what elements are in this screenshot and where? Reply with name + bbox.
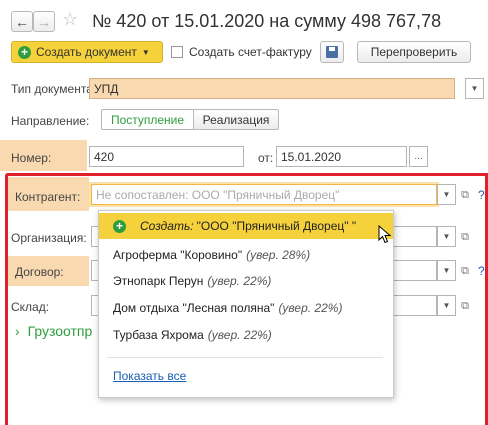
- page-title: № 420 от 15.01.2020 на сумму 498 767,78: [92, 11, 442, 31]
- mouse-cursor-icon: [378, 225, 392, 244]
- arrow-left-icon: ←: [15, 13, 29, 30]
- contract-dropdown-button[interactable]: ▼: [437, 260, 456, 281]
- contract-open-icon[interactable]: ⧉: [458, 264, 472, 278]
- warehouse-label: Склад:: [11, 300, 50, 314]
- counterparty-open-icon[interactable]: ⧉: [458, 188, 472, 202]
- floppy-disk-icon: [326, 46, 338, 58]
- direction-label: Направление:: [11, 114, 90, 128]
- create-invoice-label: Создать счет-фактуру: [189, 45, 312, 59]
- direction-outgoing-button[interactable]: Реализация: [193, 109, 279, 130]
- create-invoice-checkbox[interactable]: [171, 46, 183, 58]
- forward-button[interactable]: →: [33, 11, 55, 32]
- contract-label: Договор:: [15, 265, 64, 279]
- plus-circle-icon: +: [113, 219, 126, 233]
- recheck-button[interactable]: Перепроверить: [357, 41, 471, 63]
- counterparty-label: Контрагент:: [15, 190, 81, 204]
- date-label: от:: [258, 151, 274, 165]
- doc-type-label: Тип документа:: [11, 82, 97, 96]
- create-document-button[interactable]: + Создать документ ▼: [11, 41, 163, 63]
- star-icon[interactable]: ☆: [62, 9, 78, 30]
- doc-type-field[interactable]: УПД: [89, 78, 455, 99]
- date-picker-button[interactable]: ...: [409, 146, 428, 167]
- direction-incoming-button[interactable]: Поступление: [101, 109, 194, 130]
- show-all-link[interactable]: Показать все: [113, 369, 186, 383]
- date-field[interactable]: 15.01.2020: [276, 146, 407, 167]
- warehouse-dropdown-button[interactable]: ▼: [437, 295, 456, 316]
- chevron-right-icon: ›: [15, 323, 20, 339]
- plus-circle-icon: +: [18, 45, 31, 59]
- number-field[interactable]: 420: [89, 146, 244, 167]
- popup-list-item[interactable]: Дом отдыха "Лесная поляна" (увер. 22%): [99, 295, 393, 321]
- chevron-down-icon: ▼: [141, 47, 150, 57]
- counterparty-field[interactable]: Не сопоставлен: ООО "Пряничный Дворец": [91, 184, 437, 205]
- popup-create-item[interactable]: + Создать: "ООО "Пряничный Дворец" ": [99, 213, 393, 239]
- counterparty-dropdown-button[interactable]: ▼: [437, 184, 456, 205]
- warehouse-open-icon[interactable]: ⧉: [458, 299, 472, 313]
- popup-list-item[interactable]: Агроферма "Коровино" (увер. 28%): [99, 242, 393, 268]
- organization-dropdown-button[interactable]: ▼: [437, 226, 456, 247]
- counterparty-help[interactable]: ?: [478, 188, 485, 202]
- cargo-group-toggle[interactable]: › Грузоотпр: [15, 323, 92, 339]
- organization-label: Организация:: [11, 231, 87, 245]
- popup-list-item[interactable]: Турбаза Яхрома (увер. 22%): [99, 322, 393, 348]
- organization-open-icon[interactable]: ⧉: [458, 230, 472, 244]
- popup-divider: [107, 357, 383, 358]
- back-button[interactable]: ←: [11, 11, 33, 32]
- counterparty-suggestions-popup: + Создать: "ООО "Пряничный Дворец" " Агр…: [98, 210, 394, 398]
- contract-help[interactable]: ?: [478, 264, 485, 278]
- doc-type-dropdown-button[interactable]: ▼: [465, 78, 484, 99]
- arrow-right-icon: →: [37, 13, 51, 30]
- save-button[interactable]: [320, 41, 344, 63]
- popup-list-item[interactable]: Этнопарк Перун (увер. 22%): [99, 268, 393, 294]
- number-label: Номер:: [11, 151, 52, 165]
